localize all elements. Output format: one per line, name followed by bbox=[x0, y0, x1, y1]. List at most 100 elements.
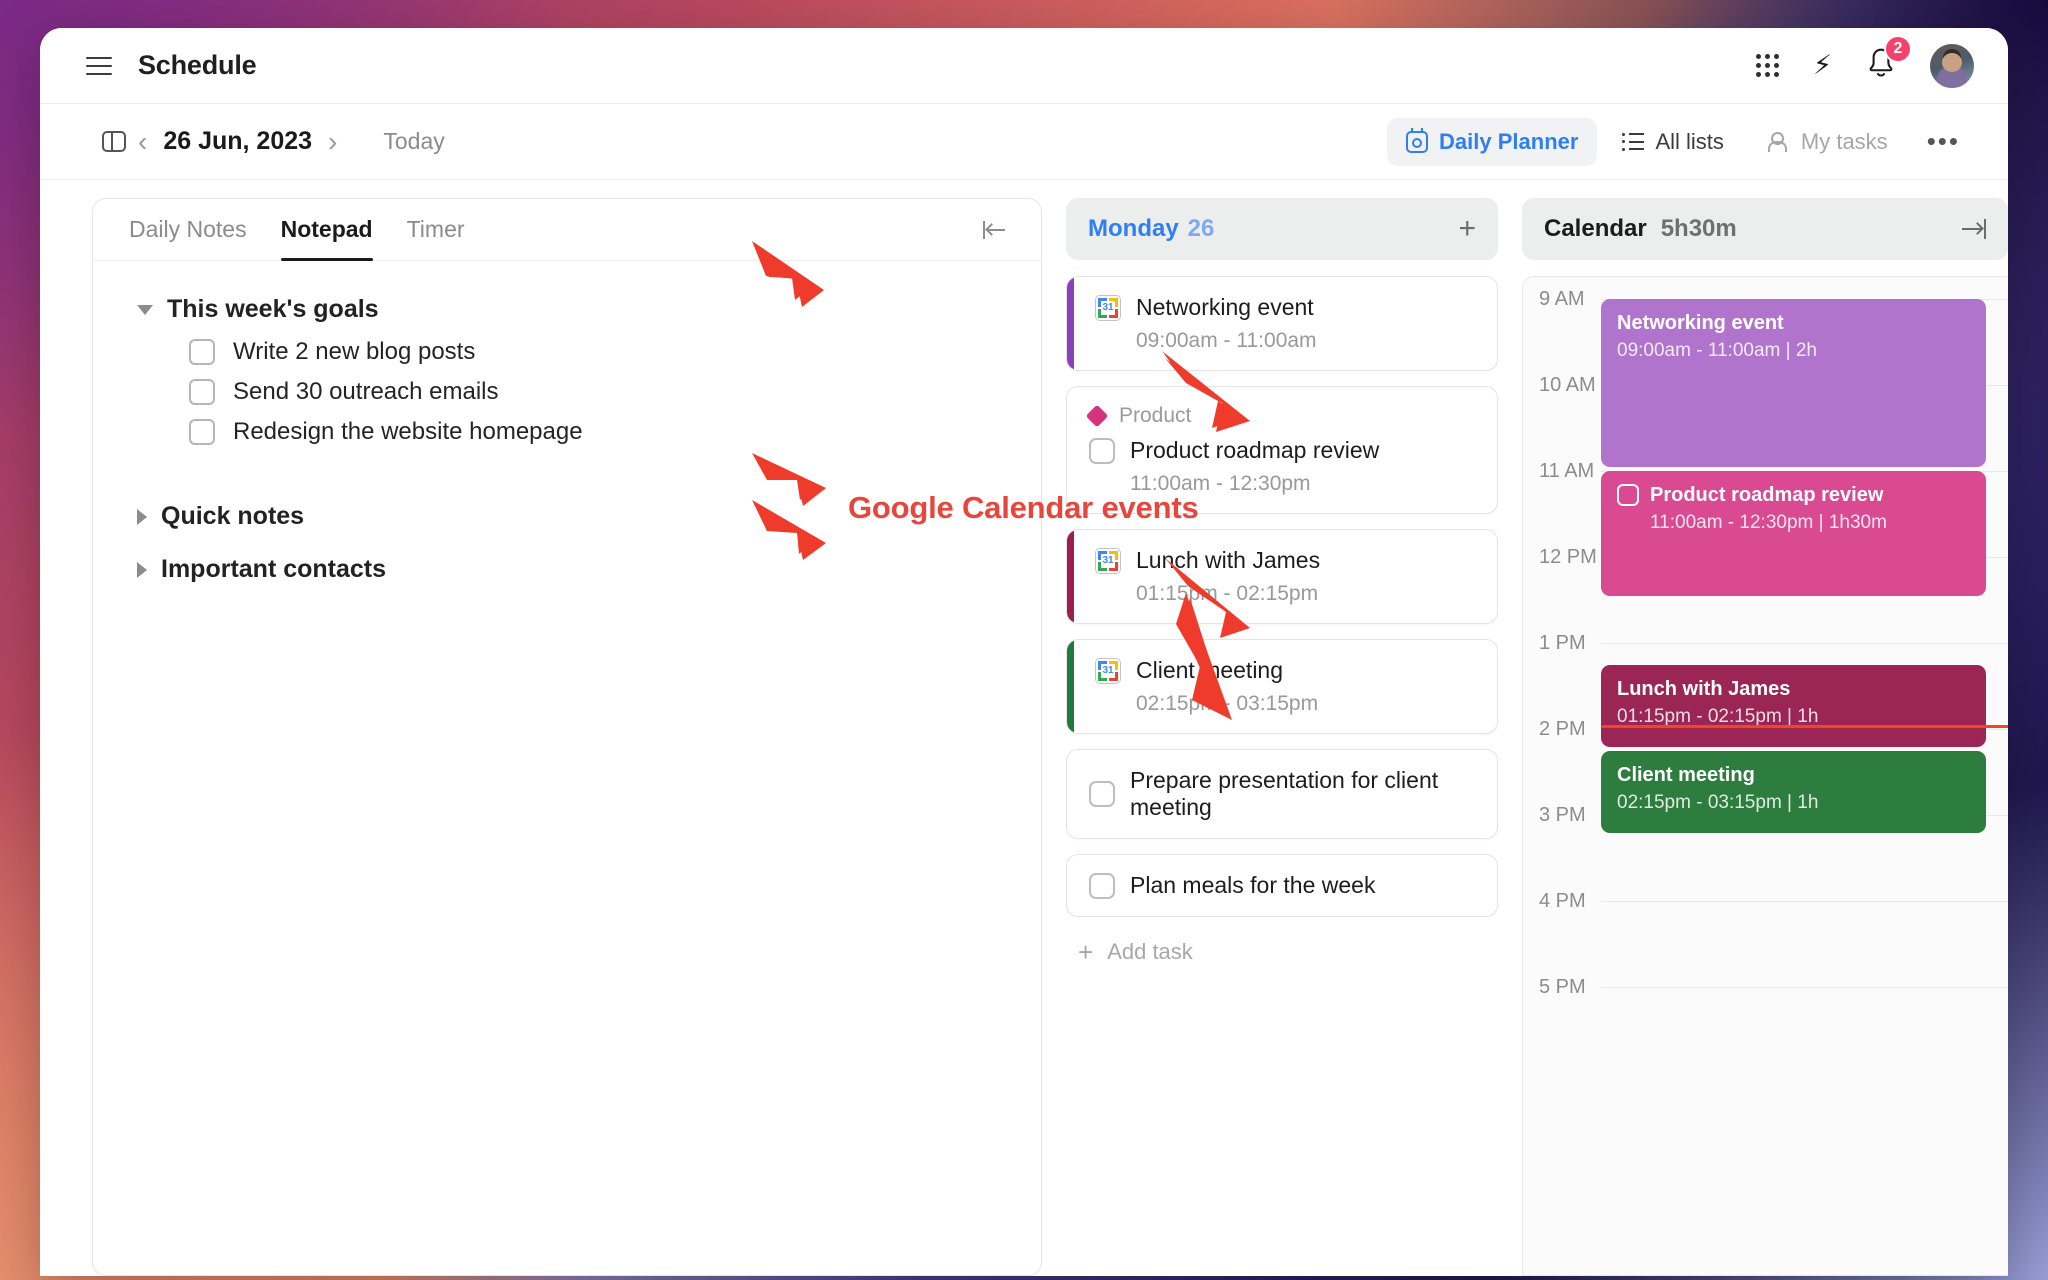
chevron-right-icon[interactable] bbox=[137, 561, 147, 578]
next-day-button[interactable]: › bbox=[320, 127, 345, 156]
calendar-total-duration: 5h30m bbox=[1660, 215, 1737, 242]
calendar-hour-row[interactable]: 4 PM bbox=[1523, 890, 2008, 987]
calendar-event-title: Client meeting bbox=[1617, 763, 1755, 786]
tab-daily-planner[interactable]: Daily Planner bbox=[1387, 117, 1598, 166]
task-list: 31 Networking event 09:00am - 11:00am Produ… bbox=[1066, 276, 1498, 917]
hour-label: 11 AM bbox=[1539, 460, 1595, 482]
note-group-goals: This week's goals Write 2 new blog posts… bbox=[137, 289, 997, 452]
tab-daily-notes[interactable]: Daily Notes bbox=[129, 199, 247, 260]
note-checklist-item[interactable]: Redesign the website homepage bbox=[189, 412, 997, 452]
note-group-title: This week's goals bbox=[167, 295, 379, 323]
calendar-event-time: 09:00am - 11:00am | 2h bbox=[1617, 340, 1817, 361]
task-card[interactable]: Plan meals for the week bbox=[1066, 854, 1498, 917]
annotation-label: Google Calendar events bbox=[848, 490, 1199, 525]
note-group-header[interactable]: Important contacts bbox=[137, 549, 997, 592]
hour-gridline bbox=[1601, 643, 2008, 644]
tag-label: Product bbox=[1119, 404, 1192, 427]
expand-right-icon[interactable] bbox=[1962, 219, 1986, 239]
task-checkbox[interactable] bbox=[1089, 781, 1115, 807]
user-avatar[interactable] bbox=[1930, 43, 1974, 88]
note-checklist-item[interactable]: Write 2 new blog posts bbox=[189, 332, 997, 372]
checkbox[interactable] bbox=[189, 339, 215, 365]
note-group-header[interactable]: This week's goals bbox=[137, 289, 997, 332]
calendar-hour-row[interactable]: 5 PM bbox=[1523, 976, 2008, 1073]
task-card[interactable]: Prepare presentation for client meeting bbox=[1066, 749, 1498, 839]
note-item-label: Send 30 outreach emails bbox=[233, 378, 499, 405]
hour-label: 4 PM bbox=[1539, 890, 1586, 912]
sidebar-panel-toggle-icon[interactable] bbox=[102, 131, 126, 152]
checkbox[interactable] bbox=[189, 379, 215, 405]
chevron-right-icon[interactable] bbox=[137, 508, 147, 525]
hour-label: 12 PM bbox=[1539, 546, 1597, 568]
tab-my-tasks[interactable]: My tasks bbox=[1749, 118, 1907, 166]
calendar-event[interactable]: Product roadmap review 11:00am - 12:30pm … bbox=[1601, 471, 1986, 596]
hour-label: 10 AM bbox=[1539, 374, 1596, 396]
note-group-title: Important contacts bbox=[161, 555, 387, 583]
calendar-event[interactable]: Client meeting 02:15pm - 03:15pm | 1h bbox=[1601, 750, 1986, 833]
today-button[interactable]: Today bbox=[383, 128, 444, 155]
tab-timer[interactable]: Timer bbox=[407, 199, 465, 260]
task-card[interactable]: 31 Networking event 09:00am - 11:00am bbox=[1066, 276, 1498, 371]
lightning-bolt-icon[interactable]: ⚡︎ bbox=[1813, 52, 1832, 79]
note-items: Write 2 new blog posts Send 30 outreach … bbox=[137, 332, 997, 452]
task-row: Product roadmap review bbox=[1089, 437, 1477, 464]
calendar-event-checkbox[interactable] bbox=[1617, 484, 1639, 506]
calendar-event-title: Lunch with James bbox=[1617, 677, 1791, 700]
notifications-button[interactable]: 2 bbox=[1866, 35, 1912, 84]
calendar-grid[interactable]: 9 AM 10 AM 11 AM 12 PM 1 PM 2 PM 3 PM 4 PM 5 PM N… bbox=[1522, 276, 2008, 1276]
tab-all-lists[interactable]: All lists bbox=[1603, 118, 1742, 166]
task-time: 02:15pm - 03:15pm bbox=[1136, 692, 1319, 715]
hour-label: 9 AM bbox=[1539, 288, 1585, 310]
note-checklist-item[interactable]: Send 30 outreach emails bbox=[189, 372, 997, 412]
collapse-panel-button[interactable] bbox=[983, 220, 1005, 239]
add-task-button[interactable]: + Add task bbox=[1066, 917, 1498, 965]
tab-notepad[interactable]: Notepad bbox=[280, 199, 373, 261]
hour-label: 2 PM bbox=[1539, 718, 1586, 740]
tasks-column-header: Monday 26 + bbox=[1066, 198, 1498, 260]
task-time: 09:00am - 11:00am bbox=[1136, 329, 1317, 352]
task-checkbox[interactable] bbox=[1089, 872, 1115, 899]
task-card[interactable]: 31 Client meeting 02:15pm - 03:15pm bbox=[1066, 639, 1498, 734]
date-toolbar: ‹ 26 Jun, 2023 › Today Daily Planner All… bbox=[40, 104, 2008, 180]
hour-gridline bbox=[1601, 901, 2008, 902]
grid-apps-icon[interactable] bbox=[1756, 54, 1780, 77]
calendar-event-head: Lunch with James 01:15pm - 02:15pm | 1h bbox=[1617, 677, 1970, 728]
note-item-label: Redesign the website homepage bbox=[233, 418, 583, 445]
app-window: Schedule ⚡︎ 2 ‹ 26 Jun, 2023 › Today Dai… bbox=[40, 28, 2008, 1276]
plus-icon: + bbox=[1078, 937, 1094, 967]
hamburger-menu-icon[interactable] bbox=[86, 56, 112, 75]
calendar-event[interactable]: Lunch with James 01:15pm - 02:15pm | 1h bbox=[1601, 664, 1986, 747]
task-title: Product roadmap review bbox=[1130, 437, 1380, 463]
people-icon bbox=[1767, 131, 1790, 152]
view-switcher: Daily Planner All lists My tasks ••• bbox=[1387, 117, 1974, 166]
task-tag: Product bbox=[1085, 404, 1477, 428]
calendar-event-head: Product roadmap review 11:00am - 12:30pm … bbox=[1617, 483, 1970, 534]
task-row: 31 Client meeting bbox=[1095, 657, 1477, 684]
more-options-button[interactable]: ••• bbox=[1913, 122, 1974, 161]
task-card[interactable]: 31 Lunch with James 01:15pm - 02:15pm bbox=[1066, 529, 1498, 624]
topbar-actions: ⚡︎ 2 bbox=[1756, 35, 1974, 88]
calendar-title: Calendar bbox=[1544, 215, 1647, 242]
note-group-important-contacts: Important contacts bbox=[137, 549, 997, 592]
current-time-indicator bbox=[1601, 724, 2008, 728]
task-checkbox[interactable] bbox=[1089, 437, 1115, 464]
notepad-content: This week's goals Write 2 new blog posts… bbox=[93, 261, 1041, 630]
plus-icon[interactable]: + bbox=[1458, 214, 1476, 244]
tasks-column: Monday 26 + 31 Networking event 09:00am - … bbox=[1066, 198, 1498, 1276]
chevron-down-icon[interactable] bbox=[137, 304, 153, 315]
calendar-event[interactable]: Networking event 09:00am - 11:00am | 2h bbox=[1601, 299, 1986, 467]
note-item-label: Write 2 new blog posts bbox=[233, 338, 476, 365]
checkbox[interactable] bbox=[189, 419, 215, 445]
google-calendar-icon: 31 bbox=[1095, 547, 1121, 574]
top-bar: Schedule ⚡︎ 2 bbox=[40, 28, 2008, 104]
task-source-bar bbox=[1067, 277, 1074, 370]
task-title: Plan meals for the week bbox=[1130, 872, 1376, 898]
calendar-column: Calendar 5h30m 9 AM 10 AM 11 AM 12 PM 1 PM 2 … bbox=[1522, 198, 2008, 1276]
hour-label: 3 PM bbox=[1539, 804, 1586, 826]
prev-day-button[interactable]: ‹ bbox=[130, 127, 155, 156]
current-date-label[interactable]: 26 Jun, 2023 bbox=[163, 127, 312, 156]
notepad-tabs: Daily Notes Notepad Timer bbox=[93, 199, 1041, 261]
hour-gridline bbox=[1601, 987, 2008, 988]
google-calendar-icon: 31 bbox=[1095, 294, 1121, 321]
task-title: Lunch with James bbox=[1136, 547, 1321, 573]
